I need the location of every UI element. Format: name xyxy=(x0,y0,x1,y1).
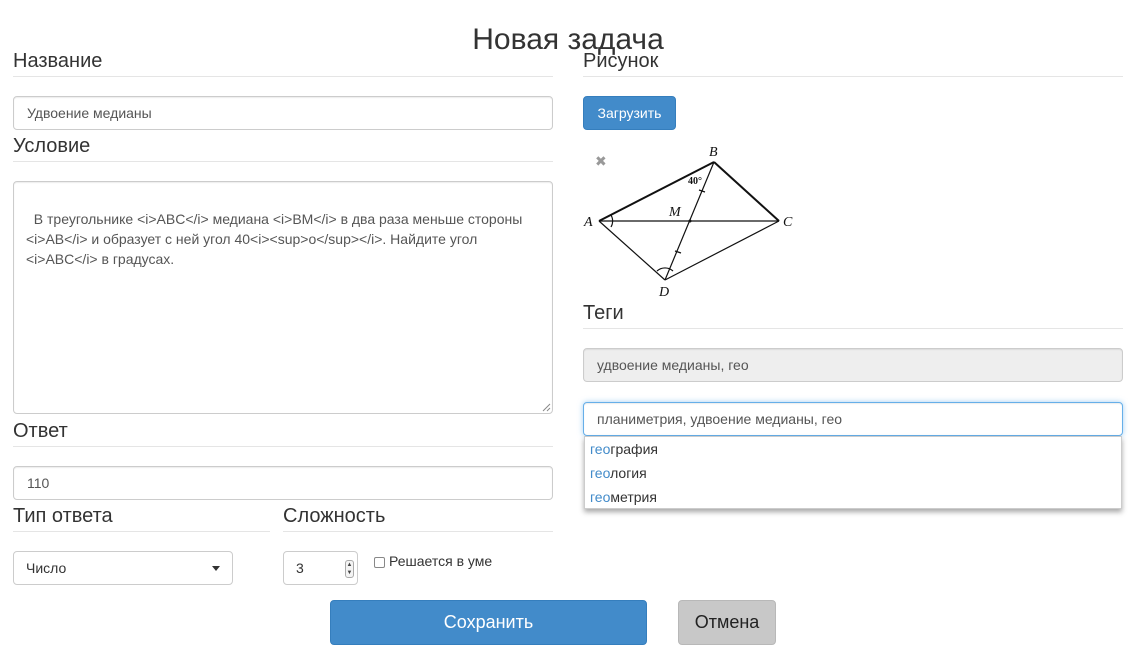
label-a: A xyxy=(583,215,593,230)
current-tags-field: удвоение медианы, гео xyxy=(583,348,1123,382)
answer-type-select[interactable]: Число xyxy=(13,551,233,585)
difficulty-stepper[interactable]: 3 ▲ ▼ xyxy=(283,551,358,585)
name-input[interactable]: Удвоение медианы xyxy=(13,96,553,130)
angle-arc-d xyxy=(656,267,674,272)
answer-type-heading: Тип ответа xyxy=(13,504,270,532)
tags-heading: Теги xyxy=(583,301,1123,329)
tags-input[interactable]: планиметрия, удвоение медианы, гео xyxy=(583,402,1123,436)
segment-da xyxy=(598,220,666,281)
segment-bc xyxy=(713,161,780,222)
difficulty-heading: Сложность xyxy=(283,504,553,532)
label-d: D xyxy=(658,285,669,300)
answer-input[interactable]: 110 xyxy=(13,466,553,500)
condition-textarea[interactable]: В треугольнике <i>ABC</i> медиана <i>BM<… xyxy=(13,181,553,414)
upload-button[interactable]: Загрузить xyxy=(583,96,676,130)
label-c: C xyxy=(783,215,793,230)
answer-heading: Ответ xyxy=(13,419,553,447)
suggestion-item[interactable]: геология xyxy=(585,461,1121,485)
suggestion-item[interactable]: геометрия xyxy=(585,485,1121,509)
condition-heading: Условие xyxy=(13,134,553,162)
answer-type-value: Число xyxy=(26,560,67,576)
save-button-label: Сохранить xyxy=(443,612,534,632)
cancel-button[interactable]: Отмена xyxy=(678,600,776,645)
mental-checkbox-label: Решается в уме xyxy=(389,553,493,569)
mental-checkbox[interactable] xyxy=(374,557,385,568)
upload-button-label: Загрузить xyxy=(597,105,662,121)
save-button[interactable]: Сохранить xyxy=(330,600,647,645)
segment-cd xyxy=(664,220,780,281)
stepper-arrows-icon[interactable]: ▲ ▼ xyxy=(345,560,354,578)
picture-heading: Рисунок xyxy=(583,49,1123,77)
label-b: B xyxy=(709,145,718,160)
label-angle: 40° xyxy=(688,176,702,187)
condition-text: В треугольнике <i>ABC</i> медиана <i>BM<… xyxy=(26,211,523,267)
geometry-figure: B A C D M 40° xyxy=(583,145,793,300)
suggestion-item[interactable]: география xyxy=(585,437,1121,461)
point-m xyxy=(688,219,692,223)
name-heading: Название xyxy=(13,49,553,77)
caret-down-icon xyxy=(212,566,220,571)
tags-suggestions: география геология геометрия xyxy=(584,436,1122,509)
resize-grip-icon[interactable] xyxy=(541,402,551,412)
label-m: M xyxy=(668,205,682,220)
difficulty-value: 3 xyxy=(296,560,304,576)
cancel-button-label: Отмена xyxy=(694,612,760,632)
segment-ab xyxy=(598,161,715,222)
